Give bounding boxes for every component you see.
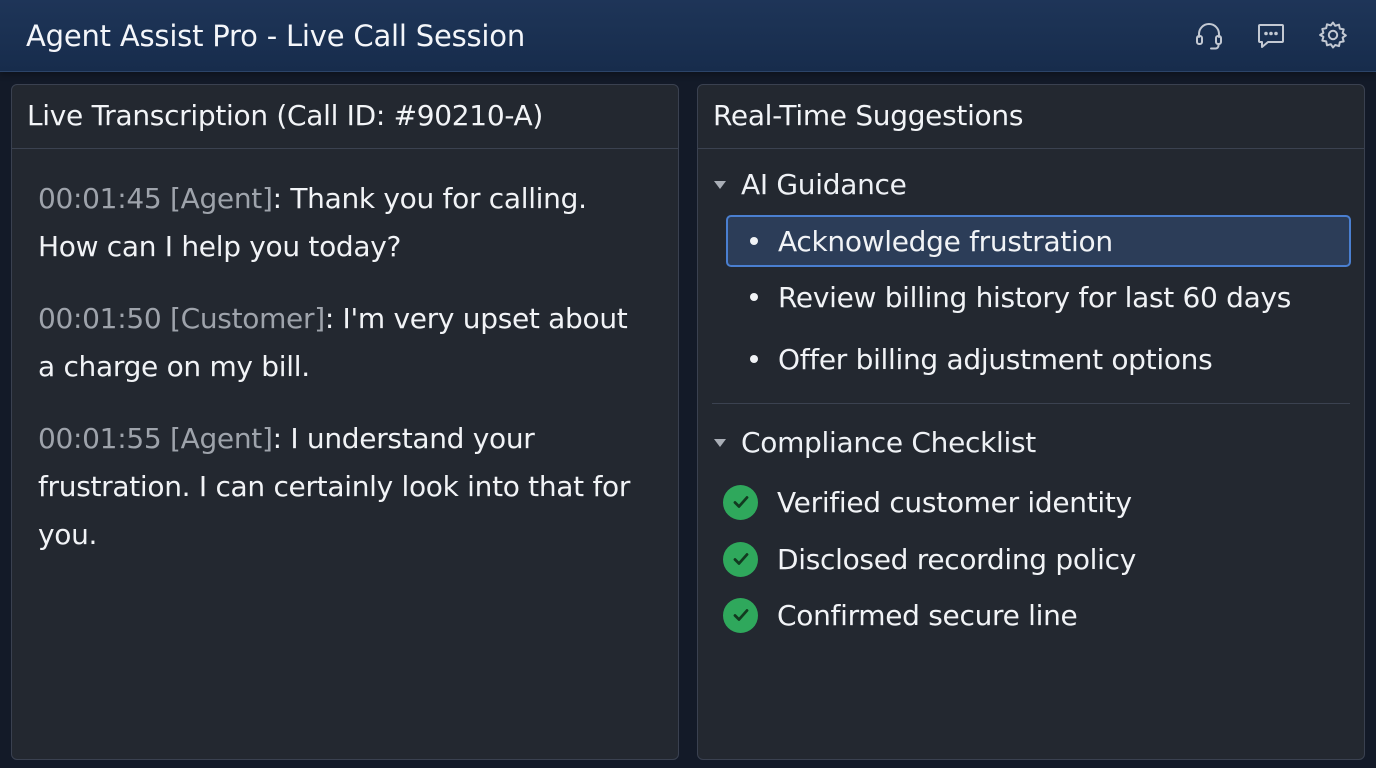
- transcript-speaker: [Customer]: [169, 302, 325, 335]
- checkmark-icon: [723, 541, 758, 577]
- caret-down-icon: [714, 181, 726, 189]
- transcript-timestamp: 00:01:55: [38, 422, 162, 455]
- transcript-timestamp: 00:01:50: [38, 302, 162, 335]
- headset-icon[interactable]: [1192, 18, 1226, 52]
- suggestion-label: Offer billing adjustment options: [778, 342, 1213, 376]
- transcript-speaker: [Agent]: [169, 182, 273, 215]
- bullet-icon: [750, 293, 758, 301]
- app-title: Agent Assist Pro - Live Call Session: [26, 19, 526, 53]
- transcript-list: 00:01:45 [Agent]: Thank you for calling.…: [12, 149, 678, 559]
- suggestion-label: Review billing history for last 60 days: [778, 280, 1292, 314]
- suggestion-label: Acknowledge frustration: [778, 224, 1113, 258]
- gear-icon[interactable]: [1316, 18, 1350, 52]
- checklist-item: Confirmed secure line: [723, 595, 1078, 635]
- transcript-timestamp: 00:01:45: [38, 182, 162, 215]
- title-bar: Agent Assist Pro - Live Call Session: [0, 0, 1376, 72]
- transcription-title: Live Transcription (Call ID: #90210-A): [12, 85, 678, 149]
- transcript-entry: 00:01:50 [Customer]: I'm very upset abou…: [38, 295, 652, 391]
- transcript-speaker: [Agent]: [169, 422, 273, 455]
- checklist-label: Confirmed secure line: [777, 598, 1078, 632]
- suggestion-item[interactable]: Offer billing adjustment options: [726, 333, 1351, 385]
- caret-down-icon: [714, 439, 726, 447]
- transcript-entry: 00:01:45 [Agent]: Thank you for calling.…: [38, 175, 652, 271]
- compliance-checklist-toggle[interactable]: Compliance Checklist: [712, 423, 1036, 463]
- checklist-item: Disclosed recording policy: [723, 539, 1136, 579]
- checklist-item: Verified customer identity: [723, 482, 1132, 522]
- suggestion-item[interactable]: Review billing history for last 60 days: [726, 271, 1351, 323]
- suggestions-panel: Real-Time Suggestions AI Guidance Acknow…: [697, 84, 1365, 760]
- suggestions-title: Real-Time Suggestions: [698, 85, 1364, 149]
- transcription-panel: Live Transcription (Call ID: #90210-A) 0…: [11, 84, 679, 760]
- bullet-icon: [750, 237, 758, 245]
- ai-guidance-label: AI Guidance: [741, 168, 907, 201]
- transcript-entry: 00:01:55 [Agent]: I understand your frus…: [38, 415, 652, 559]
- ai-guidance-toggle[interactable]: AI Guidance: [712, 165, 907, 205]
- chat-icon[interactable]: [1254, 18, 1288, 52]
- checkmark-icon: [723, 597, 758, 633]
- checkmark-icon: [723, 484, 758, 520]
- compliance-checklist-label: Compliance Checklist: [741, 426, 1036, 459]
- checklist-label: Disclosed recording policy: [777, 542, 1136, 576]
- agent-assist-window: Agent Assist Pro - Live Call Session Liv…: [0, 0, 1376, 768]
- section-divider: [712, 403, 1350, 404]
- bullet-icon: [750, 355, 758, 363]
- suggestion-item[interactable]: Acknowledge frustration: [726, 215, 1351, 267]
- checklist-label: Verified customer identity: [777, 485, 1132, 519]
